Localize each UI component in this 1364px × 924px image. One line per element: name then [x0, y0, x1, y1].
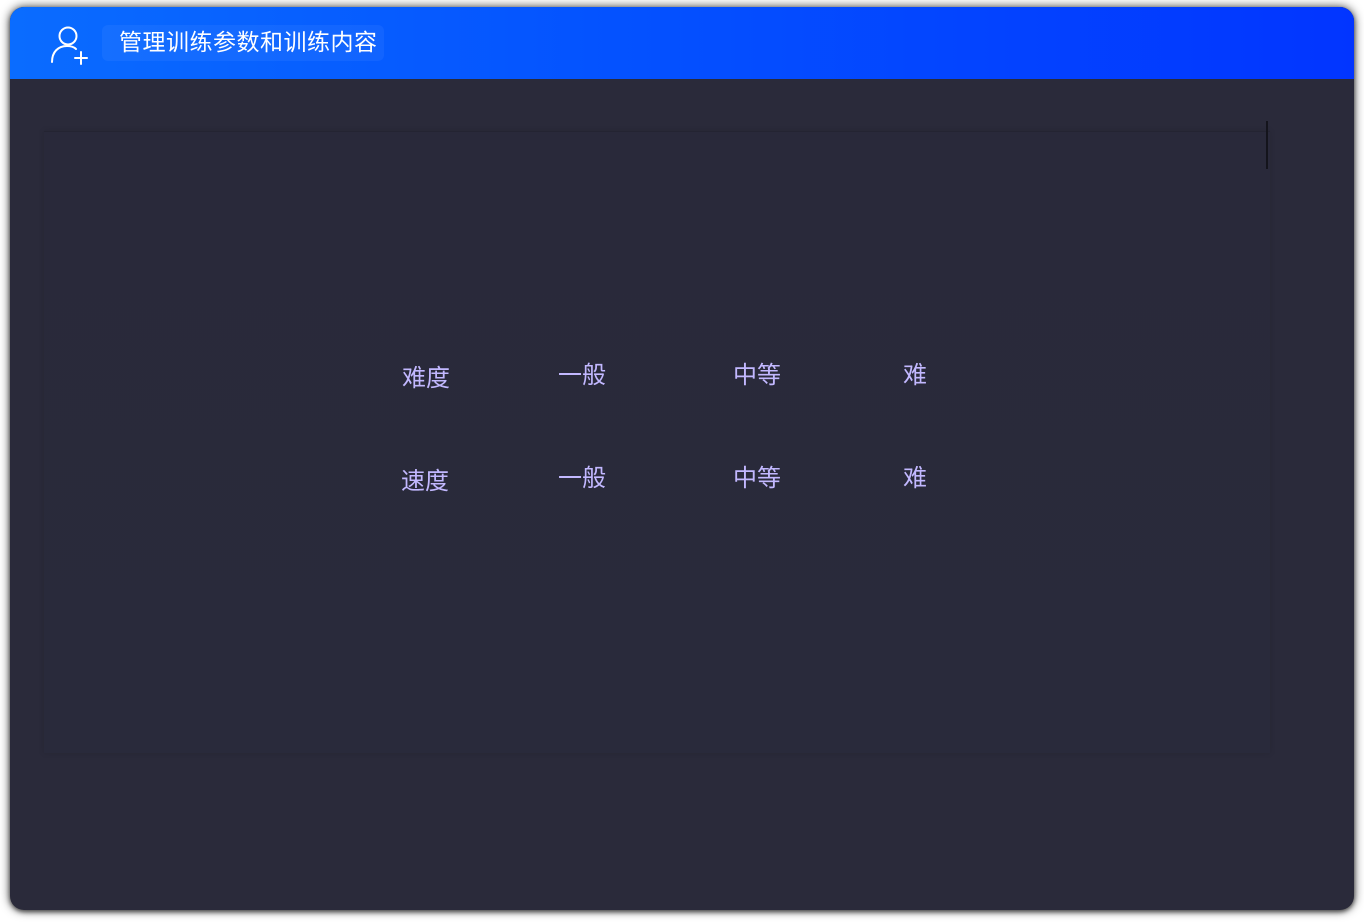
- settings-panel: 难度 一般 中等 难 速度 一般 中等 难: [44, 121, 1270, 753]
- difficulty-label: 难度: [402, 364, 450, 392]
- speed-label: 速度: [401, 467, 449, 495]
- title-bar: 管理训练参数和训练内容: [10, 7, 1354, 79]
- difficulty-option-hard[interactable]: 难: [903, 355, 927, 395]
- settings-window: 管理训练参数和训练内容 难度 一般 中等 难 速度 一般 中等 难: [10, 7, 1354, 910]
- difficulty-row: 难度 一般 中等 难: [44, 355, 1270, 395]
- speed-option-hard[interactable]: 难: [903, 458, 927, 498]
- difficulty-option-normal[interactable]: 一般: [558, 355, 606, 395]
- speed-option-medium[interactable]: 中等: [733, 458, 781, 498]
- difficulty-option-medium[interactable]: 中等: [733, 355, 781, 395]
- page-title: 管理训练参数和训练内容: [102, 25, 384, 61]
- speed-row: 速度 一般 中等 难: [44, 458, 1270, 498]
- scrollbar[interactable]: [1266, 121, 1268, 169]
- user-add-icon: [51, 26, 88, 65]
- speed-option-normal[interactable]: 一般: [558, 458, 606, 498]
- panel-divider: [44, 131, 1270, 132]
